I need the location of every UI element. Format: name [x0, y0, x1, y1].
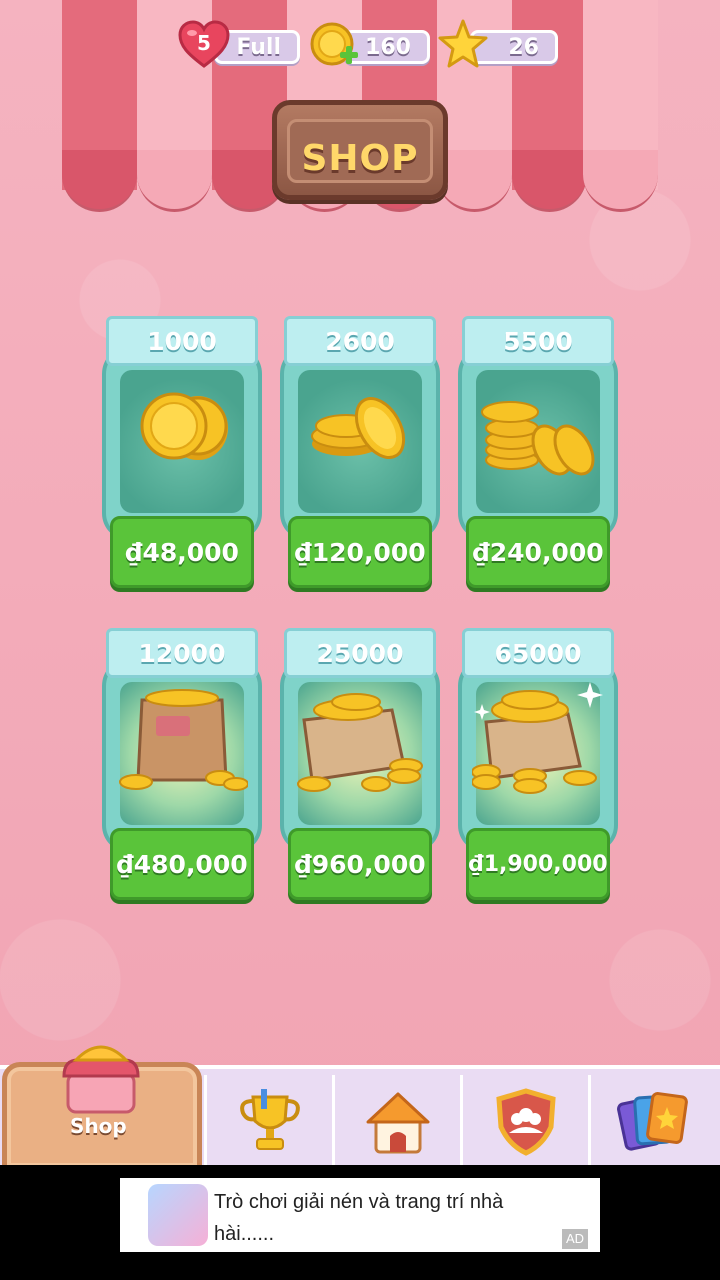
ad-badge: AD [562, 1229, 589, 1249]
coins-pile-icon [481, 401, 595, 476]
pack-amount: 25000 [277, 628, 443, 681]
pack-amount: 5500 [455, 316, 621, 369]
coin-bag-icon [119, 689, 248, 791]
tab-team[interactable] [460, 1075, 588, 1169]
buy-button[interactable]: ₫48,000 [110, 516, 254, 588]
coin-pack-2600[interactable]: 2600 ₫120,000 [277, 316, 443, 592]
lives-count: 5 [197, 31, 211, 55]
pack-amount: 65000 [455, 628, 621, 681]
trophy-icon [239, 1089, 300, 1150]
coins-count: 160 [365, 34, 411, 60]
coins-small-icon [140, 392, 228, 460]
coin-pack-12000[interactable]: 12000 ₫480,000 [99, 628, 265, 904]
tab-trophy[interactable] [204, 1075, 332, 1169]
tab-shop-label: Shop [70, 1114, 127, 1138]
pack-amount: 1000 [99, 316, 265, 369]
coin-pack-65000[interactable]: 65000 ₫1,900,000 [455, 628, 621, 904]
buy-button[interactable]: ₫960,000 [288, 828, 432, 900]
buy-button[interactable]: ₫1,900,000 [466, 828, 610, 900]
buy-button[interactable]: ₫120,000 [288, 516, 432, 588]
ad-text[interactable]: Trò chơi giải nén và trang trí nhà hài..… [214, 1186, 554, 1250]
tab-home[interactable] [332, 1075, 460, 1169]
coin-pack-25000[interactable]: 25000 ₫960,000 [277, 628, 443, 904]
coins-stack-icon [311, 397, 406, 459]
buy-button[interactable]: ₫240,000 [466, 516, 610, 588]
tab-cards[interactable] [588, 1075, 716, 1169]
buy-button[interactable]: ₫480,000 [110, 828, 254, 900]
coin-pack-5500[interactable]: 5500 ₫240,000 [455, 316, 621, 592]
lives-status: Full [236, 34, 281, 60]
coin-pack-1000[interactable]: 1000 ₫48,000 [99, 316, 265, 592]
ad-app-icon[interactable] [148, 1184, 208, 1246]
star-icon [438, 19, 488, 68]
coin-box-icon [297, 693, 423, 792]
team-shield-icon [495, 1088, 556, 1156]
house-icon [366, 1092, 429, 1154]
pack-amount: 2600 [277, 316, 443, 369]
cards-icon [616, 1092, 688, 1151]
shop-icon [62, 1045, 140, 1114]
stars-count: 26 [508, 34, 539, 60]
coin-treasure-icon [472, 682, 603, 794]
shop-title: SHOP [301, 138, 419, 179]
coin-plus-icon[interactable] [308, 22, 360, 70]
pack-amount: 12000 [99, 628, 265, 681]
